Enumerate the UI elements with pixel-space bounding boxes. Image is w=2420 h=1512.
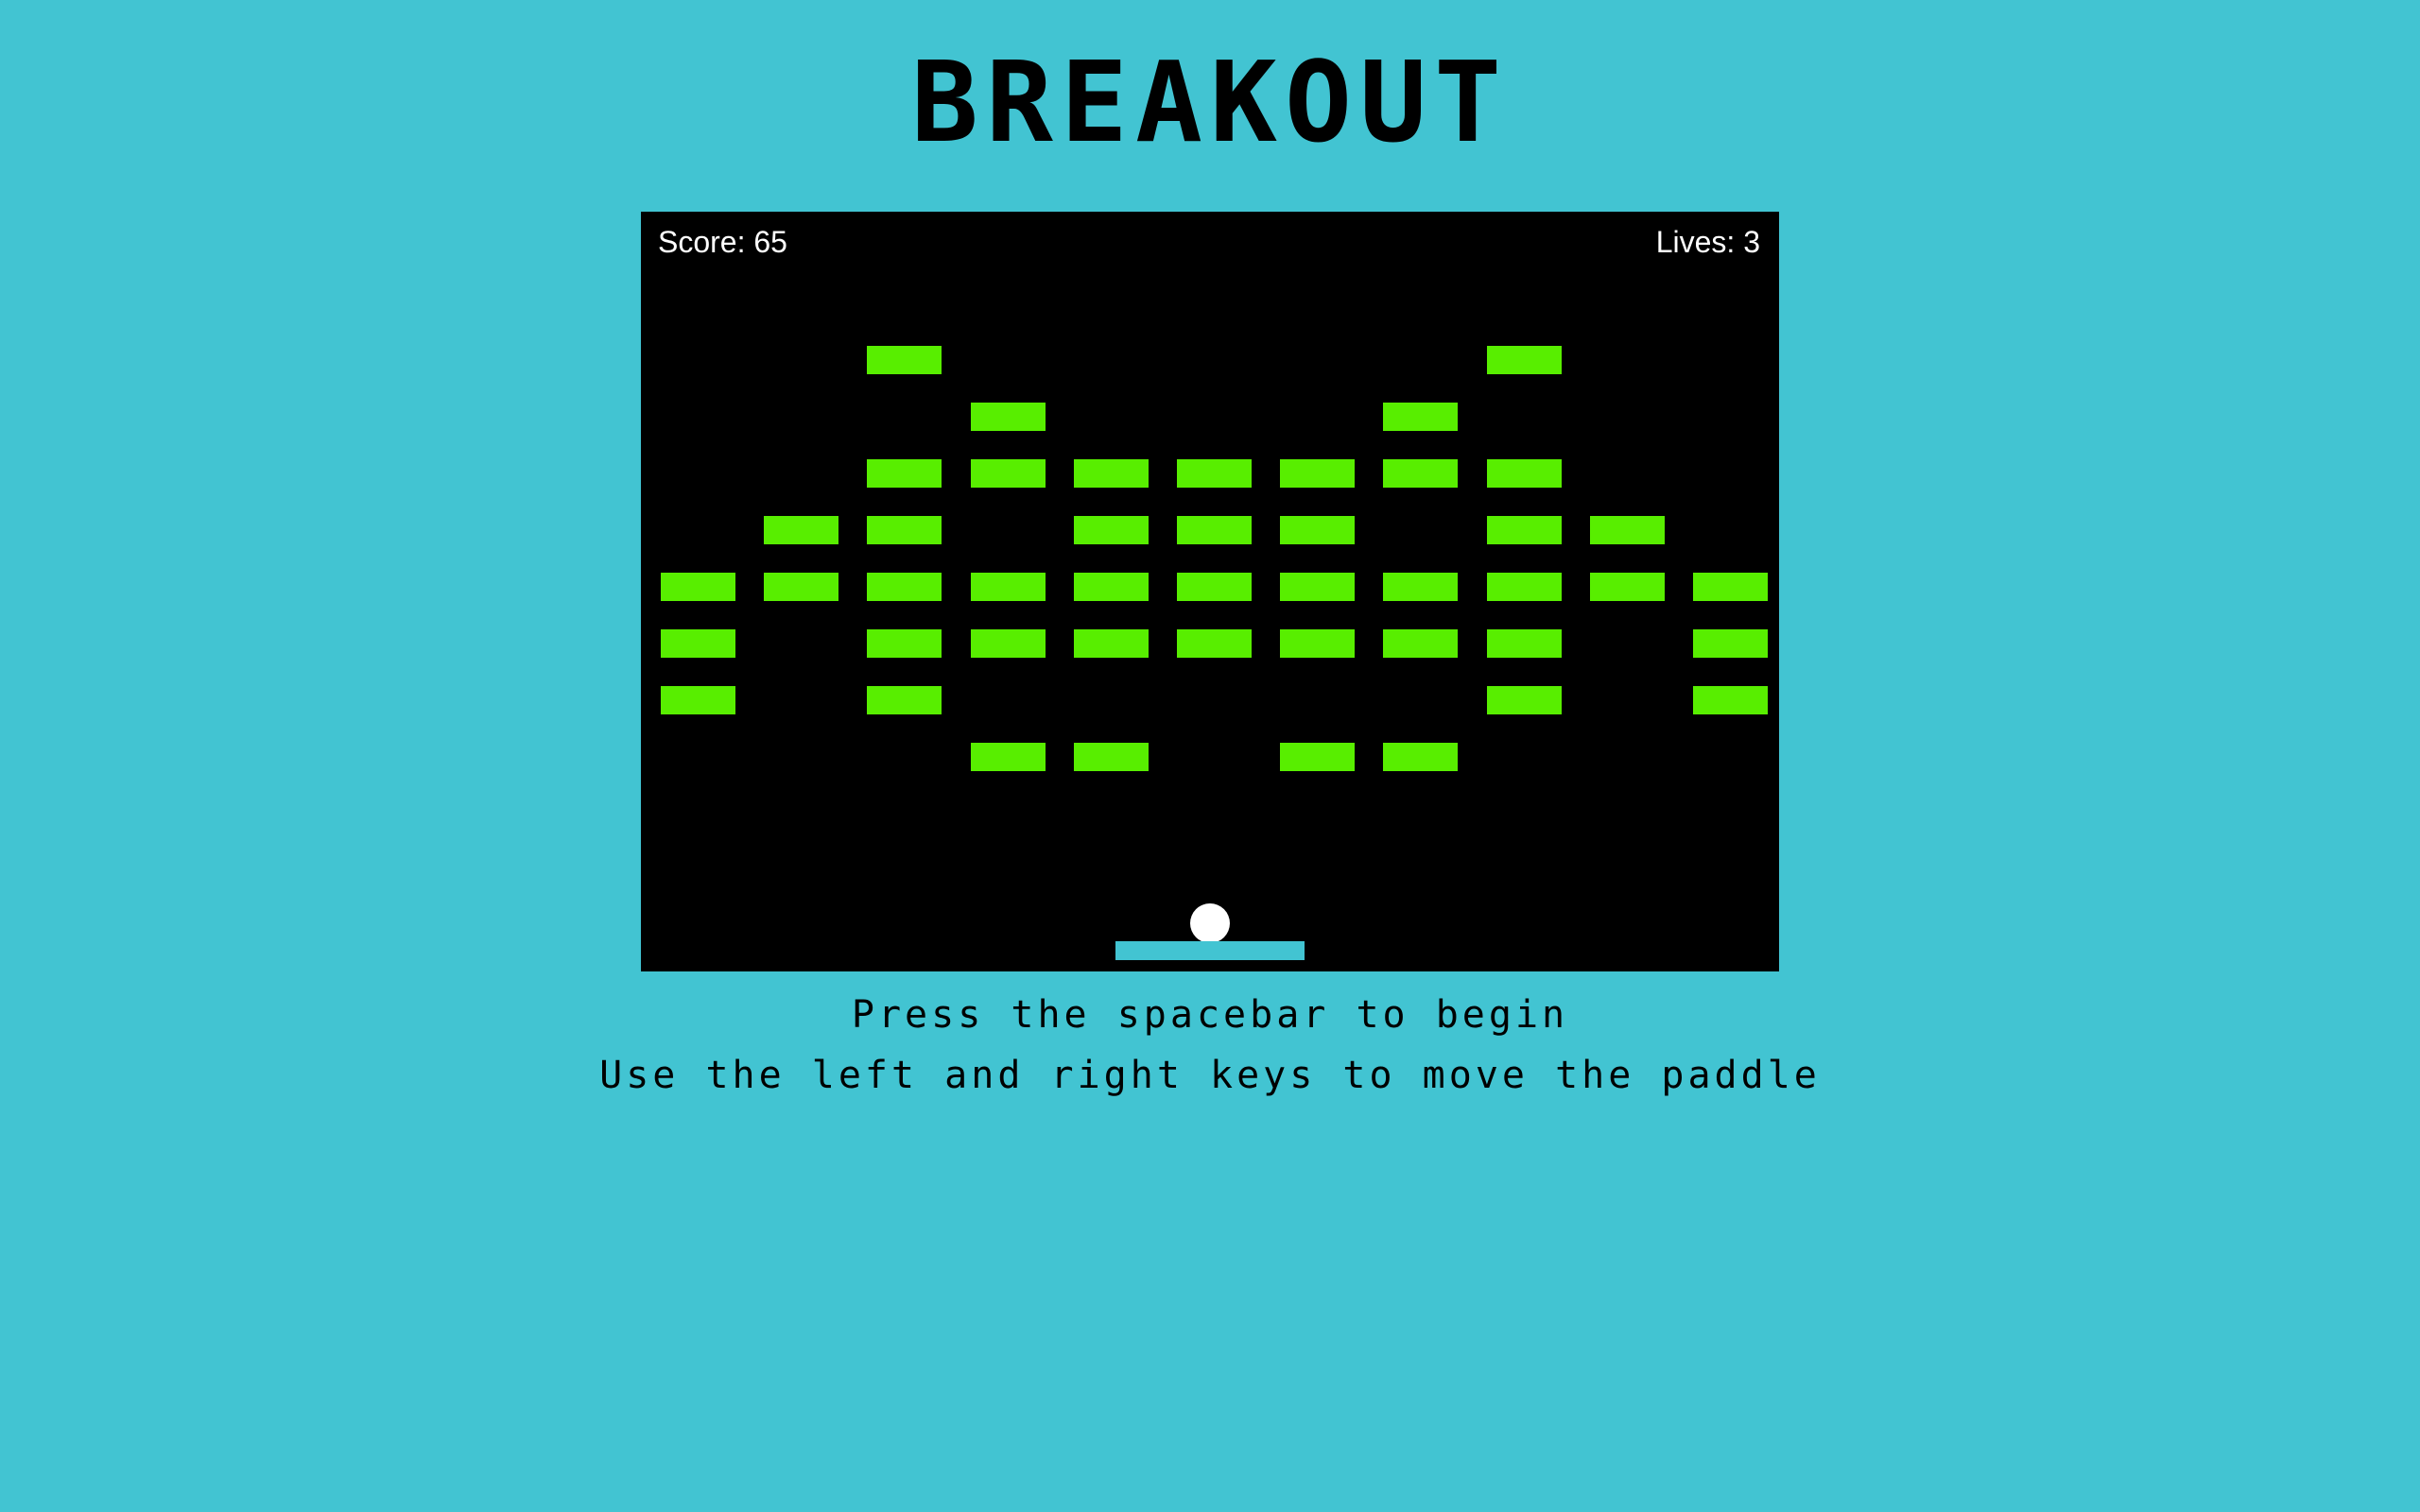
brick xyxy=(1177,459,1252,488)
brick xyxy=(1280,573,1355,601)
brick xyxy=(1177,573,1252,601)
brick xyxy=(661,686,735,714)
brick xyxy=(1074,516,1149,544)
brick xyxy=(971,743,1046,771)
brick xyxy=(1383,573,1458,601)
brick xyxy=(1177,516,1252,544)
brick xyxy=(661,573,735,601)
brick xyxy=(764,573,838,601)
brick xyxy=(1383,743,1458,771)
brick xyxy=(1693,686,1768,714)
brick xyxy=(1074,573,1149,601)
brick xyxy=(1280,516,1355,544)
ball xyxy=(1190,903,1230,943)
game-board[interactable]: Score: 65 Lives: 3 xyxy=(641,212,1779,971)
brick xyxy=(1487,459,1562,488)
brick xyxy=(764,516,838,544)
brick xyxy=(1487,686,1562,714)
brick xyxy=(1487,516,1562,544)
brick-field xyxy=(641,212,1779,971)
brick xyxy=(1074,743,1149,771)
brick xyxy=(1280,629,1355,658)
brick xyxy=(1487,573,1562,601)
controls-instruction: Use the left and right keys to move the … xyxy=(599,1054,1821,1097)
brick xyxy=(1590,573,1665,601)
brick xyxy=(867,516,942,544)
brick xyxy=(867,459,942,488)
brick xyxy=(1280,459,1355,488)
brick xyxy=(661,629,735,658)
brick xyxy=(1383,629,1458,658)
brick xyxy=(1383,459,1458,488)
brick xyxy=(1280,743,1355,771)
brick xyxy=(1383,403,1458,431)
brick xyxy=(1590,516,1665,544)
brick xyxy=(1177,629,1252,658)
game-title: BREAKOUT xyxy=(910,37,1510,167)
brick xyxy=(971,403,1046,431)
brick xyxy=(1693,629,1768,658)
brick xyxy=(971,573,1046,601)
start-instruction: Press the spacebar to begin xyxy=(851,993,1569,1037)
brick xyxy=(867,686,942,714)
brick xyxy=(867,629,942,658)
brick xyxy=(1487,629,1562,658)
brick xyxy=(867,573,942,601)
brick xyxy=(1487,346,1562,374)
brick xyxy=(867,346,942,374)
brick xyxy=(1074,459,1149,488)
brick xyxy=(1693,573,1768,601)
paddle[interactable] xyxy=(1115,941,1305,960)
brick xyxy=(971,629,1046,658)
brick xyxy=(1074,629,1149,658)
brick xyxy=(971,459,1046,488)
